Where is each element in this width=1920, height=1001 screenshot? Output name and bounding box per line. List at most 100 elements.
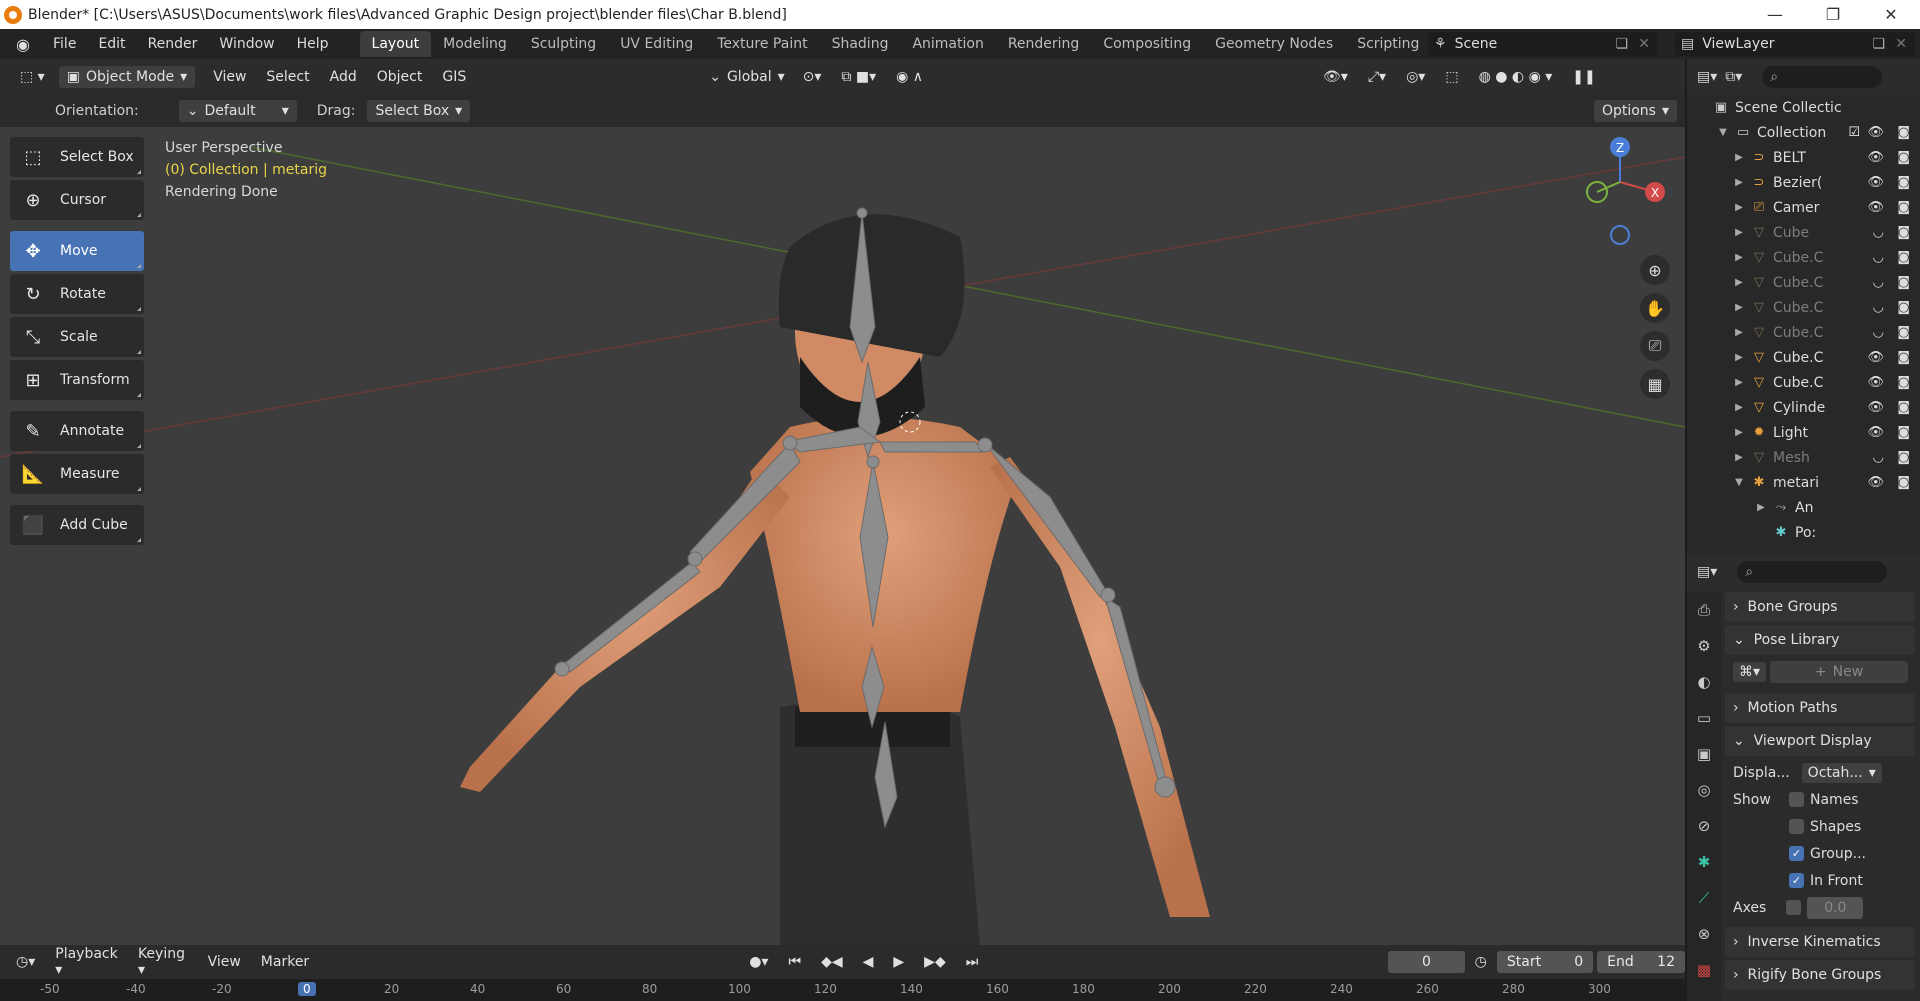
outliner-row[interactable]: ▶ ⊃ BELT 👁 ◙: [1687, 145, 1920, 170]
properties-editor-type-icon[interactable]: ▤▾: [1697, 564, 1717, 580]
expand-icon[interactable]: ▶: [1733, 352, 1745, 363]
timeline-view-menu[interactable]: View: [198, 954, 251, 970]
eye-icon[interactable]: 👁: [1867, 425, 1884, 440]
gizmo-toggle-icon[interactable]: ⤢▾: [1358, 69, 1396, 85]
tool-annotate[interactable]: ✎ Annotate: [10, 411, 144, 451]
tab-layout[interactable]: Layout: [359, 31, 432, 57]
tool-scale[interactable]: ⤡ Scale: [10, 317, 144, 357]
tool-rotate[interactable]: ↻ Rotate: [10, 274, 144, 314]
world-tab-icon[interactable]: ◐: [1687, 664, 1721, 700]
physics-tab-icon[interactable]: ◎: [1687, 772, 1721, 808]
camera-icon[interactable]: ◙: [1897, 275, 1910, 290]
camera-view-icon[interactable]: ⎚: [1640, 331, 1670, 361]
orientation-dropdown[interactable]: ⌄ Default ▾: [178, 100, 297, 122]
outliner-row[interactable]: ▶ ▽ Cube.C ◡ ◙: [1687, 245, 1920, 270]
minimize-button[interactable]: —: [1746, 0, 1804, 29]
menu-window[interactable]: Window: [208, 36, 285, 52]
play-icon[interactable]: ▶: [883, 954, 914, 970]
camera-icon[interactable]: ◙: [1897, 325, 1910, 340]
expand-icon[interactable]: ▶: [1733, 277, 1745, 288]
camera-icon[interactable]: ◙: [1897, 150, 1910, 165]
play-reverse-icon[interactable]: ◀: [853, 954, 884, 970]
expand-icon[interactable]: ▶: [1733, 377, 1745, 388]
xray-icon[interactable]: ⬚: [1435, 69, 1468, 85]
camera-icon[interactable]: ◙: [1897, 125, 1910, 140]
remove-view-layer-icon[interactable]: ✕: [1895, 36, 1907, 52]
show-checkbox[interactable]: ✓: [1789, 873, 1804, 888]
tab-uv-editing[interactable]: UV Editing: [608, 31, 705, 57]
pan-hand-icon[interactable]: ✋: [1640, 293, 1670, 323]
proportional-edit-icon[interactable]: ◉ ∧: [886, 69, 933, 85]
eye-closed-icon[interactable]: ◡: [1873, 225, 1884, 240]
transform-orientation-dropdown[interactable]: ⌄ Global ▾: [701, 66, 792, 88]
next-keyframe-icon[interactable]: ▶◆: [914, 954, 956, 970]
expand-icon[interactable]: ▶: [1733, 177, 1745, 188]
menu-edit[interactable]: Edit: [87, 36, 136, 52]
scene-selector[interactable]: ⚘ Scene ❏ ✕: [1428, 32, 1658, 56]
camera-icon[interactable]: ◙: [1897, 200, 1910, 215]
expand-icon[interactable]: ▶: [1733, 327, 1745, 338]
new-pose-library-button[interactable]: + New: [1770, 660, 1909, 683]
axes-value[interactable]: 0.0: [1807, 896, 1864, 919]
eye-icon[interactable]: 👁: [1867, 475, 1884, 490]
camera-icon[interactable]: ◙: [1897, 450, 1910, 465]
expand-icon[interactable]: ▶: [1733, 252, 1745, 263]
tab-animation[interactable]: Animation: [900, 31, 995, 57]
view-layer-selector[interactable]: ▤ ViewLayer ❏ ✕: [1675, 32, 1915, 56]
eye-icon[interactable]: 👁: [1867, 125, 1884, 140]
keying-menu[interactable]: Keying ▾: [128, 946, 198, 978]
outliner-scene-collection[interactable]: ▣ Scene Collectic: [1687, 95, 1920, 120]
menu-file[interactable]: File: [42, 36, 87, 52]
panel-pose-library[interactable]: ⌄ Pose Library: [1725, 625, 1915, 655]
show-checkbox[interactable]: [1789, 792, 1804, 807]
tab-scripting[interactable]: Scripting: [1345, 31, 1431, 57]
eye-closed-icon[interactable]: ◡: [1873, 300, 1884, 315]
expand-icon[interactable]: ▶: [1733, 302, 1745, 313]
navigation-gizmo[interactable]: Z X: [1575, 137, 1685, 247]
current-frame-field[interactable]: 0: [1388, 951, 1465, 973]
properties-search-input[interactable]: ⌕: [1737, 561, 1888, 583]
tab-rendering[interactable]: Rendering: [996, 31, 1092, 57]
options-dropdown[interactable]: Options ▾: [1593, 100, 1677, 122]
collection-tab-icon[interactable]: ▭: [1687, 700, 1721, 736]
camera-icon[interactable]: ◙: [1897, 350, 1910, 365]
camera-icon[interactable]: ◙: [1897, 225, 1910, 240]
eye-closed-icon[interactable]: ◡: [1873, 250, 1884, 265]
outliner-collection[interactable]: ▼ ▭ Collection ☑ 👁 ◙: [1687, 120, 1920, 145]
eye-icon[interactable]: 👁: [1867, 175, 1884, 190]
new-view-layer-icon[interactable]: ❏: [1872, 36, 1885, 52]
tool-cursor[interactable]: ⊕ Cursor: [10, 180, 144, 220]
prev-keyframe-icon[interactable]: ◆◀: [811, 954, 853, 970]
show-checkbox[interactable]: [1789, 819, 1804, 834]
tab-compositing[interactable]: Compositing: [1091, 31, 1203, 57]
eye-icon[interactable]: 👁: [1867, 375, 1884, 390]
bone-constraint-tab-icon[interactable]: ⊗: [1687, 916, 1721, 952]
eye-icon[interactable]: 👁: [1867, 150, 1884, 165]
eye-icon[interactable]: 👁: [1867, 400, 1884, 415]
outliner-child-row[interactable]: ▶ ⤳ An: [1687, 495, 1920, 520]
tool-measure[interactable]: 📐 Measure: [10, 454, 144, 494]
menu-render[interactable]: Render: [137, 36, 209, 52]
eye-icon[interactable]: 👁: [1867, 200, 1884, 215]
pose-library-browse-icon[interactable]: ⌘▾: [1733, 661, 1767, 682]
expand-icon[interactable]: ▶: [1733, 452, 1745, 463]
zoom-icon[interactable]: ⊕: [1640, 255, 1670, 285]
camera-icon[interactable]: ◙: [1897, 300, 1910, 315]
close-button[interactable]: ✕: [1862, 0, 1920, 29]
expand-icon[interactable]: ▶: [1733, 202, 1745, 213]
bone-tab-icon[interactable]: ⟋: [1687, 880, 1721, 916]
record-icon[interactable]: ●▾: [739, 954, 778, 970]
outliner-row[interactable]: ▶ ⎚ Camer 👁 ◙: [1687, 195, 1920, 220]
visibility-icon[interactable]: 👁▾: [1313, 69, 1358, 85]
outliner-row[interactable]: ▼ ✱ metari 👁 ◙: [1687, 470, 1920, 495]
editor-type-button[interactable]: ⬚ ▾: [12, 66, 53, 88]
eye-closed-icon[interactable]: ◡: [1873, 450, 1884, 465]
mode-dropdown[interactable]: ▣ Object Mode ▾: [58, 66, 196, 88]
panel-bone-groups[interactable]: › Bone Groups: [1725, 592, 1915, 622]
viewport-menu-select[interactable]: Select: [256, 69, 319, 85]
expand-icon[interactable]: ▶: [1755, 502, 1767, 513]
show-checkbox[interactable]: ✓: [1789, 846, 1804, 861]
panel-motion-paths[interactable]: › Motion Paths: [1725, 693, 1915, 723]
tab-geometry-nodes[interactable]: Geometry Nodes: [1203, 31, 1345, 57]
eye-closed-icon[interactable]: ◡: [1873, 325, 1884, 340]
